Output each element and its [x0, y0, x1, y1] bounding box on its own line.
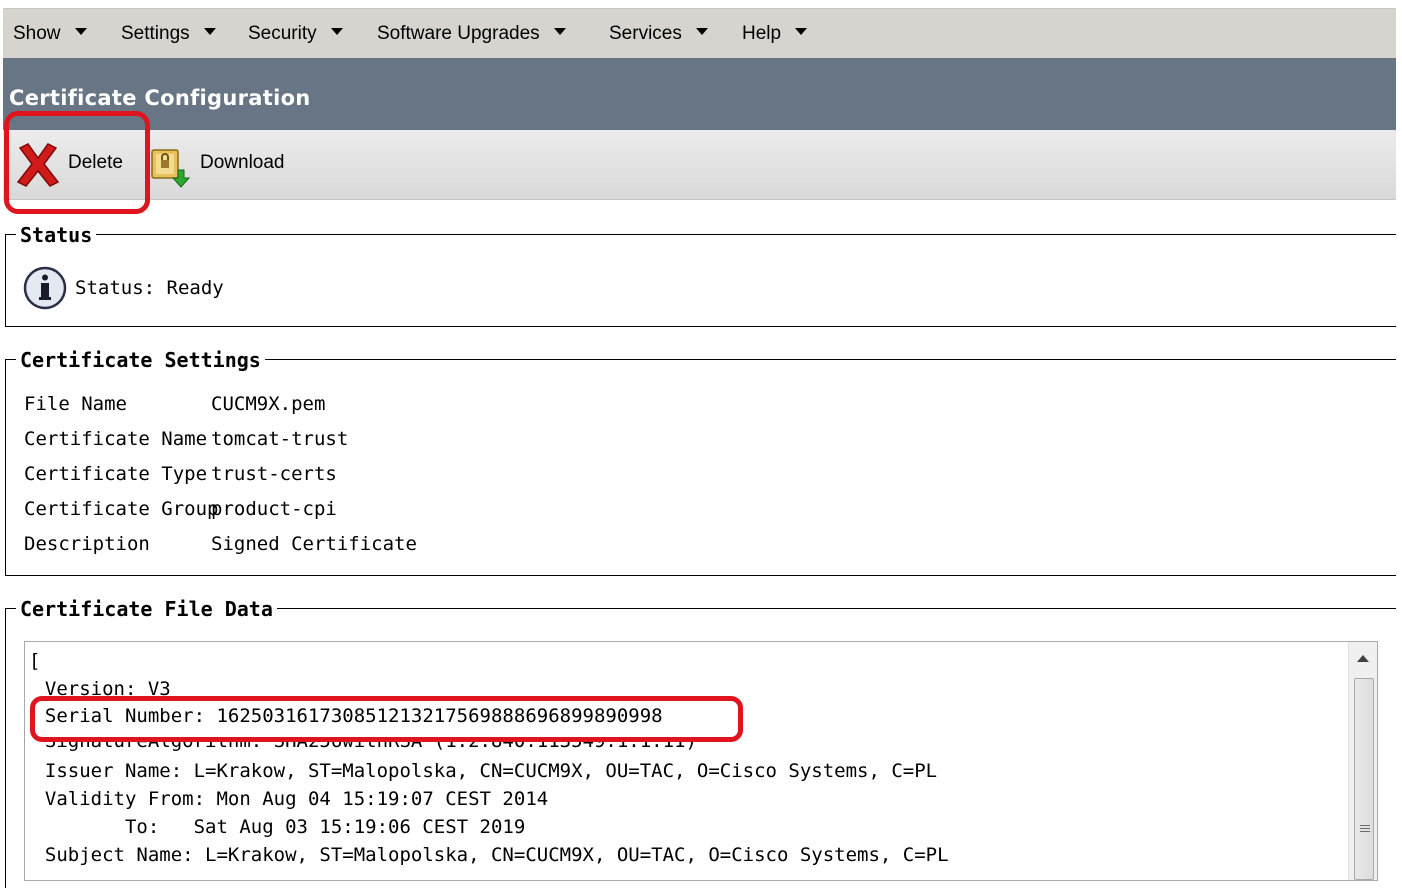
caret-down-icon: [74, 28, 87, 36]
certificate-type-label: Certificate Type: [24, 463, 208, 485]
cert-line: Issuer Name: L=Krakow, ST=Malopolska, CN…: [24, 760, 938, 782]
page-header: Certificate Configuration: [3, 58, 1396, 130]
caret-down-icon: [553, 28, 566, 36]
certificate-data-textarea[interactable]: [ Version: V3 Serial Number: 16250316173…: [24, 641, 1378, 881]
scroll-up-button[interactable]: [1349, 642, 1377, 678]
menu-label: Settings: [121, 23, 190, 44]
caret-down-icon: [695, 28, 708, 36]
menu-label: Help: [742, 23, 782, 44]
file-name-value: CUCM9X.pem: [211, 393, 326, 415]
top-border: [0, 0, 1402, 5]
certificate-name-label: Certificate Name: [24, 428, 208, 450]
file-name-label: File Name: [24, 393, 127, 415]
grip-line: [1360, 828, 1370, 829]
certificate-group-value: product-cpi: [211, 498, 337, 520]
description-value: Signed Certificate: [211, 533, 417, 555]
menu-services[interactable]: Services: [609, 23, 708, 45]
menu-security[interactable]: Security: [248, 23, 343, 45]
certificate-download-icon: [151, 149, 191, 188]
menu-show[interactable]: Show: [13, 23, 87, 45]
cert-line: [: [29, 650, 41, 672]
menu-bar: Show Settings Security Software Upgrades…: [3, 8, 1396, 58]
scroll-up-arrow-icon: [1357, 655, 1369, 662]
toolbar: Delete Download: [3, 130, 1396, 200]
menu-label: Security: [248, 23, 317, 44]
menu-label: Services: [609, 23, 682, 44]
vertical-scrollbar[interactable]: [1348, 642, 1377, 880]
highlight-delete-annotation: [4, 111, 150, 214]
download-label: Download: [200, 152, 285, 173]
grip-line: [1360, 825, 1370, 826]
caret-down-icon: [795, 28, 808, 36]
cert-line: To: Sat Aug 03 15:19:06 CEST 2019: [24, 816, 526, 838]
page-title: Certificate Configuration: [9, 86, 311, 110]
certificate-name-value: tomcat-trust: [211, 428, 349, 450]
caret-down-icon: [330, 28, 343, 36]
highlight-serial-number-annotation: [30, 696, 743, 742]
download-button[interactable]: Download: [143, 130, 303, 198]
status-text: Status: Ready: [75, 277, 224, 299]
scroll-thumb[interactable]: [1354, 678, 1374, 880]
menu-settings[interactable]: Settings: [121, 23, 216, 45]
status-legend: Status: [16, 223, 97, 247]
caret-down-icon: [203, 28, 216, 36]
cert-line: Subject Name: L=Krakow, ST=Malopolska, C…: [24, 844, 949, 866]
menu-label: Software Upgrades: [377, 23, 540, 44]
certificate-group-label: Certificate Group: [24, 498, 219, 520]
certificate-type-value: trust-certs: [211, 463, 337, 485]
menu-software-upgrades[interactable]: Software Upgrades: [377, 23, 566, 45]
menu-help[interactable]: Help: [742, 23, 808, 45]
grip-line: [1360, 831, 1370, 832]
description-label: Description: [24, 533, 150, 555]
info-icon: [23, 266, 67, 310]
menu-label: Show: [13, 23, 61, 44]
certificate-file-data-legend: Certificate File Data: [16, 597, 277, 621]
cert-line: Validity From: Mon Aug 04 15:19:07 CEST …: [24, 788, 549, 810]
certificate-settings-legend: Certificate Settings: [16, 348, 265, 372]
